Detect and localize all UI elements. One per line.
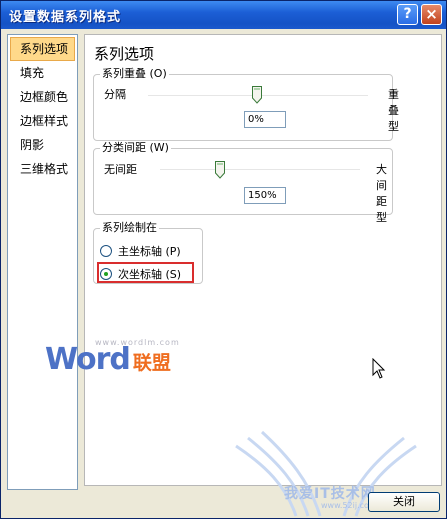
secondary-axis-label: 次坐标轴 (S): [118, 268, 182, 281]
watermark-logo: Word 联盟: [45, 342, 171, 377]
nav-item-shadow[interactable]: 阴影: [10, 133, 75, 157]
gap-slider-track[interactable]: [160, 169, 360, 170]
gap-min-label: 无间距: [104, 163, 137, 176]
series-overlap-legend: 系列重叠 (O): [100, 67, 169, 81]
secondary-axis-radio[interactable]: [100, 268, 112, 280]
close-button[interactable]: 关闭: [368, 492, 440, 512]
nav-item-border-style[interactable]: 边框样式: [10, 109, 75, 133]
watermark-word: Word: [45, 342, 131, 377]
overlap-value-input[interactable]: 0%: [244, 111, 286, 128]
mouse-pointer-icon: [372, 358, 386, 379]
gap-max-label: 大间距型: [376, 163, 387, 224]
gap-value-input[interactable]: 150%: [244, 187, 286, 204]
watermark-cn: 联盟: [132, 352, 171, 374]
close-window-button[interactable]: ×: [421, 4, 442, 25]
radio-selected-dot: [104, 272, 108, 276]
help-button[interactable]: ?: [397, 4, 418, 25]
gap-slider-thumb[interactable]: [215, 161, 225, 179]
panel-title: 系列选项: [94, 45, 155, 63]
series-overlap-group: 系列重叠 (O) 分隔 重叠型 0%: [93, 67, 399, 141]
overlap-min-label: 分隔: [104, 88, 126, 101]
category-list: 系列选项 填充 边框颜色 边框样式 阴影 三维格式: [7, 34, 78, 490]
gap-width-legend: 分类间距 (W): [100, 141, 171, 155]
nav-item-fill[interactable]: 填充: [10, 61, 75, 85]
secondary-axis-option[interactable]: 次坐标轴 (S): [100, 266, 181, 282]
nav-item-series-options[interactable]: 系列选项: [10, 37, 75, 61]
nav-item-3d-format[interactable]: 三维格式: [10, 157, 75, 181]
format-data-series-dialog: 设置数据系列格式 ? × 系列选项 填充 边框颜色 边框样式 阴影 三维格式 系…: [0, 0, 447, 519]
dialog-title: 设置数据系列格式: [9, 9, 122, 25]
nav-item-border-color[interactable]: 边框颜色: [10, 85, 75, 109]
overlap-max-label: 重叠型: [388, 88, 399, 133]
gap-width-group: 分类间距 (W) 无间距 大间距型 150%: [93, 141, 393, 224]
primary-axis-label: 主坐标轴 (P): [118, 245, 181, 258]
plot-series-on-group: 系列绘制在 主坐标轴 (P) 次坐标轴 (S): [93, 221, 203, 284]
primary-axis-radio[interactable]: [100, 245, 112, 257]
series-options-panel: 系列选项 系列重叠 (O) 分隔 重叠型 0% 分类间距 (W) 无间距 大间距…: [84, 34, 442, 486]
plot-series-on-legend: 系列绘制在: [100, 221, 159, 235]
title-bar[interactable]: 设置数据系列格式 ? ×: [1, 1, 446, 29]
overlap-slider-thumb[interactable]: [252, 86, 262, 104]
primary-axis-option[interactable]: 主坐标轴 (P): [100, 243, 181, 259]
watermark-bottom-text: 我爱IT技术网: [284, 486, 376, 502]
